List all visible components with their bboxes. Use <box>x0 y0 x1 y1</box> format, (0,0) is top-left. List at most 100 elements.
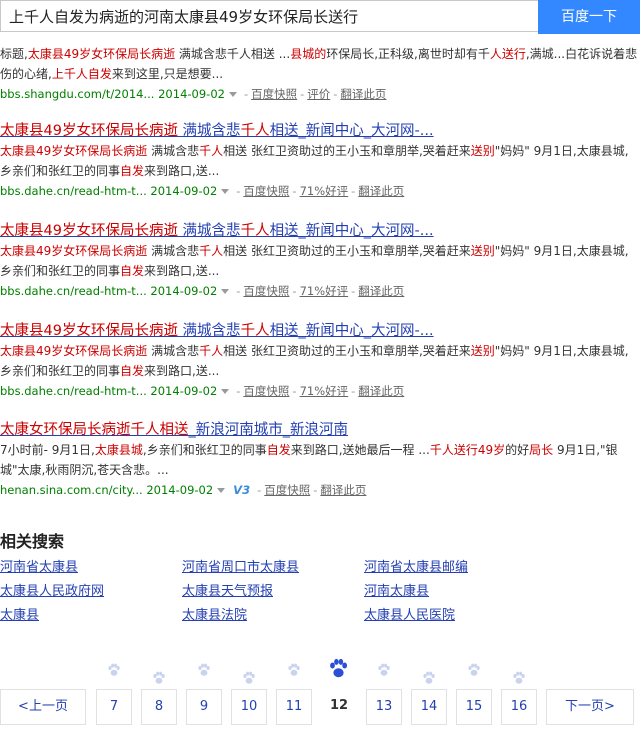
result-title-link[interactable]: 太康女环保局长病逝千人相送_新浪河南城市_新浪河南 <box>0 420 640 440</box>
abstract-text: 送别 <box>470 144 495 158</box>
abstract-text: 来到路口,送... <box>144 164 220 178</box>
result-title-link[interactable]: 太康县49岁女环保局长病逝 满城含悲千人相送_新闻中心_大河网-... <box>0 321 640 341</box>
abstract-text: ,乡亲们和张红卫的同事 <box>142 443 267 457</box>
separator: - <box>236 284 241 298</box>
result-action-link[interactable]: 百度快照 <box>243 384 289 398</box>
page-button[interactable]: 7 <box>96 689 132 725</box>
related-search-title: 相关搜索 <box>0 532 65 551</box>
result-action-link[interactable]: 翻译此页 <box>358 284 404 298</box>
result-action-link[interactable]: 翻译此页 <box>340 87 386 101</box>
result-action-link[interactable]: 百度快照 <box>251 87 297 101</box>
result-title-text: 满城含悲 <box>177 123 241 139</box>
result-title-text: 太康县49岁女环保局长病逝 <box>0 123 178 139</box>
result-action-link[interactable]: 百度快照 <box>243 284 289 298</box>
abstract-text: 来到路口,送... <box>144 264 220 278</box>
abstract-text: 满城含悲 <box>147 144 200 158</box>
result-title-text: 相送_新闻中心_大河网-... <box>269 323 434 339</box>
related-search-link[interactable]: 河南省太康县 <box>0 556 78 575</box>
abstract-text: 送别 <box>470 344 495 358</box>
abstract-text: 满城含悲 <box>147 344 200 358</box>
result-title-text: 相送_新闻中心_大河网-... <box>269 223 434 239</box>
result-action-link[interactable]: 评价 <box>307 87 330 101</box>
separator: - <box>351 384 356 398</box>
related-search-link[interactable]: 河南省周口市太康县 <box>182 556 299 575</box>
result-meta: bbs.dahe.cn/read-htm-t... 2014-09-02- 百度快… <box>0 281 640 301</box>
related-search-link[interactable]: 河南省太康县邮编 <box>364 556 468 575</box>
search-button[interactable]: 百度一下 <box>538 0 640 34</box>
dropdown-arrow-icon[interactable] <box>217 488 226 493</box>
abstract-text: 来到这里,只是想要... <box>111 67 224 81</box>
related-search-link[interactable]: 太康县法院 <box>182 604 247 623</box>
related-search-link[interactable]: 河南太康县 <box>364 580 429 599</box>
result-meta: henan.sina.com.cn/city... 2014-09-02 V3- 百… <box>0 480 640 500</box>
result-title-text: 千人 <box>240 123 270 139</box>
abstract-text: 太康县49岁女环保局长病逝 <box>0 244 148 258</box>
search-input[interactable]: 上千人自发为病逝的河南太康县49岁女环保局长送行 <box>0 0 538 32</box>
related-search-link[interactable]: 太康县人民医院 <box>364 604 455 623</box>
related-search-link[interactable]: 太康县 <box>0 604 39 623</box>
result-action-link[interactable]: 71%好评 <box>300 184 349 198</box>
paw-icon <box>197 662 211 676</box>
page-button[interactable]: 13 <box>366 689 402 725</box>
abstract-text: 相送 张红卫资助过的王小玉和章朋举,哭着赶来 <box>223 144 471 158</box>
result-action-link[interactable]: 71%好评 <box>300 284 349 298</box>
separator: - <box>292 384 297 398</box>
result-action-link[interactable]: 翻译此页 <box>320 483 366 497</box>
result-abstract: 太康县49岁女环保局长病逝 满城含悲千人相送 张红卫资助过的王小玉和章朋举,哭着… <box>0 141 640 181</box>
next-page-button[interactable]: 下一页> <box>546 689 634 725</box>
separator: - <box>257 483 262 497</box>
related-search-link[interactable]: 太康县天气预报 <box>182 580 273 599</box>
dropdown-arrow-icon[interactable] <box>221 189 230 194</box>
related-search-link[interactable]: 太康县人民政府网 <box>0 580 104 599</box>
separator: - <box>351 184 356 198</box>
paw-icon <box>242 670 256 684</box>
result-url: henan.sina.com.cn/city... 2014-09-02 <box>0 483 214 497</box>
result-meta: bbs.shangdu.com/t/2014... 2014-09-02- 百度快… <box>0 84 640 104</box>
abstract-text: 标题, <box>0 47 28 61</box>
dropdown-arrow-icon[interactable] <box>221 389 230 394</box>
result-action-link[interactable]: 71%好评 <box>300 384 349 398</box>
result-meta: bbs.dahe.cn/read-htm-t... 2014-09-02- 百度快… <box>0 181 640 201</box>
paw-icon <box>422 670 436 684</box>
abstract-text: 自发 <box>120 264 145 278</box>
result-title-text: 千人 <box>240 223 270 239</box>
result-action-link[interactable]: 百度快照 <box>264 483 310 497</box>
page-button[interactable]: 10 <box>231 689 267 725</box>
separator: - <box>236 184 241 198</box>
separator: - <box>351 284 356 298</box>
result-url: bbs.dahe.cn/read-htm-t... 2014-09-02 <box>0 284 218 298</box>
abstract-text: 岁 <box>493 443 506 457</box>
page-button[interactable]: 11 <box>276 689 312 725</box>
v3-badge-icon[interactable]: V3 <box>233 483 250 497</box>
abstract-text: 千人 <box>199 344 224 358</box>
separator: - <box>333 87 338 101</box>
page-button[interactable]: 16 <box>501 689 537 725</box>
dropdown-arrow-icon[interactable] <box>228 92 237 97</box>
search-result: 太康女环保局长病逝千人相送_新浪河南城市_新浪河南 7小时前- 9月1日,太康县城… <box>0 420 640 500</box>
search-bar: 上千人自发为病逝的河南太康县49岁女环保局长送行 百度一下 <box>0 0 640 34</box>
prev-page-button[interactable]: <上一页 <box>0 689 86 725</box>
result-title-link[interactable]: 太康县49岁女环保局长病逝 满城含悲千人相送_新闻中心_大河网-... <box>0 121 640 141</box>
pagination: <上一页 7 8 9 10 11 12 13 14 15 16 下一页> <box>0 689 640 727</box>
result-title-link[interactable]: 太康县49岁女环保局长病逝 满城含悲千人相送_新闻中心_大河网-... <box>0 221 640 241</box>
separator: - <box>313 483 318 497</box>
page-button[interactable]: 9 <box>186 689 222 725</box>
result-url: bbs.dahe.cn/read-htm-t... 2014-09-02 <box>0 184 218 198</box>
separator: - <box>236 384 241 398</box>
search-result: 太康县49岁女环保局长病逝 满城含悲千人相送_新闻中心_大河网-... 太康县49… <box>0 321 640 401</box>
page-button[interactable]: 8 <box>141 689 177 725</box>
paw-icon <box>287 662 301 676</box>
result-action-link[interactable]: 翻译此页 <box>358 384 404 398</box>
page-button[interactable]: 15 <box>456 689 492 725</box>
result-abstract: 太康县49岁女环保局长病逝 满城含悲千人相送 张红卫资助过的王小玉和章朋举,哭着… <box>0 341 640 381</box>
separator: - <box>292 284 297 298</box>
result-title-text: 太康县49岁女环保局长病逝 <box>0 323 178 339</box>
paw-icon <box>467 662 481 676</box>
abstract-text: 县城的 <box>290 47 327 61</box>
abstract-text: 自发 <box>120 164 145 178</box>
abstract-text: 自发 <box>120 364 145 378</box>
result-action-link[interactable]: 翻译此页 <box>358 184 404 198</box>
dropdown-arrow-icon[interactable] <box>221 289 230 294</box>
result-action-link[interactable]: 百度快照 <box>243 184 289 198</box>
page-button[interactable]: 14 <box>411 689 447 725</box>
